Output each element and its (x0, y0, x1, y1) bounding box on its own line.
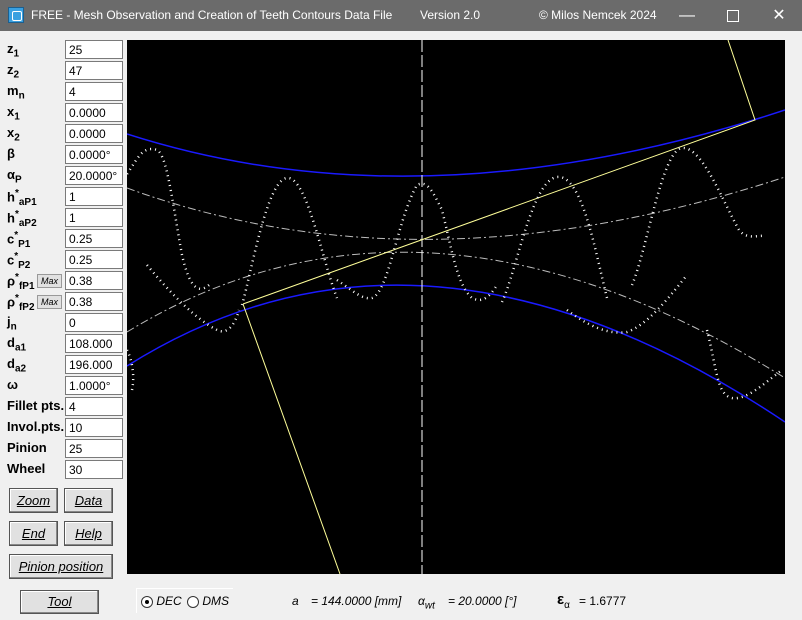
maximize-button[interactable] (710, 0, 756, 31)
param-input[interactable] (65, 40, 123, 59)
param-input[interactable] (65, 292, 123, 311)
zoom-button[interactable]: Zoom (9, 488, 58, 513)
help-button[interactable]: Help (64, 521, 113, 546)
tool-button[interactable]: Tool (20, 590, 99, 614)
wheel-tooth (127, 147, 210, 290)
version-label: Version 2.0 (420, 8, 481, 22)
param-label: x2 (7, 125, 20, 144)
app-icon (8, 7, 24, 23)
pinion-tooth (566, 274, 688, 334)
param-input[interactable] (65, 145, 123, 164)
param-label: αP (7, 167, 22, 186)
center-distance-symbol: a (292, 594, 299, 608)
param-input[interactable] (65, 271, 123, 290)
param-label: Wheel (7, 461, 46, 476)
dms-option[interactable]: DMS (187, 594, 229, 608)
mesh-drawing-canvas[interactable] (127, 40, 785, 574)
wheel-pitch-circle (127, 176, 785, 240)
param-input[interactable] (65, 187, 123, 206)
pinion-tooth (127, 349, 135, 391)
param-label: Pinion (7, 440, 47, 455)
param-input[interactable] (65, 250, 123, 269)
param-label: h*aP1 (7, 188, 37, 208)
param-input[interactable] (65, 166, 123, 185)
window-title: FREE - Mesh Observation and Creation of … (31, 8, 393, 22)
pinion-position-button[interactable]: Pinion position (9, 554, 113, 579)
close-icon: ✕ (772, 7, 786, 24)
copyright-label: © Milos Nemcek 2024 (539, 8, 657, 22)
close-button[interactable]: ✕ (756, 0, 802, 31)
contact-ratio-value: = 1.6777 (579, 594, 627, 608)
dms-radio[interactable] (187, 595, 199, 608)
param-label: da1 (7, 335, 27, 354)
param-input[interactable] (65, 376, 123, 395)
contact-ratio-symbol: εα (557, 591, 570, 611)
param-input[interactable] (65, 313, 123, 332)
data-button[interactable]: Data (64, 488, 113, 513)
param-label: c*P1 (7, 230, 31, 250)
param-input[interactable] (65, 103, 123, 122)
param-label: jn (7, 314, 17, 333)
param-input[interactable] (65, 124, 123, 143)
working-pressure-angle-symbol: αwt (418, 594, 435, 612)
param-input[interactable] (65, 208, 123, 227)
base-tangent-line (242, 303, 341, 574)
param-label: x1 (7, 104, 20, 123)
param-input[interactable] (65, 418, 123, 437)
wheel-tooth (630, 146, 766, 286)
param-label: ρ*fP1 (7, 272, 35, 292)
param-label: h*aP2 (7, 209, 37, 229)
end-button[interactable]: End (9, 521, 58, 546)
wheel-tooth (240, 176, 339, 306)
center-distance-value: = 144.0000 [mm] (311, 594, 402, 608)
param-input[interactable] (65, 82, 123, 101)
param-label: ω (7, 377, 18, 392)
param-label: mn (7, 83, 25, 102)
param-label: ρ*fP2 (7, 293, 35, 313)
dec-radio[interactable] (141, 595, 153, 608)
angle-format-group: DEC DMS (136, 588, 233, 613)
param-label: da2 (7, 356, 27, 375)
param-input[interactable] (65, 355, 123, 374)
param-label: Fillet pts. (7, 398, 65, 413)
pinion-tooth (146, 264, 241, 333)
max-button[interactable]: Max (37, 295, 62, 309)
title-bar: FREE - Mesh Observation and Creation of … (0, 0, 802, 31)
pinion-tip-circle (127, 284, 785, 423)
minimize-button[interactable]: — (664, 0, 710, 31)
param-input[interactable] (65, 397, 123, 416)
working-pressure-angle-value: = 20.0000 [°] (448, 594, 517, 608)
param-input[interactable] (65, 229, 123, 248)
param-label: c*P2 (7, 251, 31, 271)
param-input[interactable] (65, 334, 123, 353)
param-input[interactable] (65, 61, 123, 80)
param-input[interactable] (65, 460, 123, 479)
dec-option[interactable]: DEC (141, 594, 182, 608)
wheel-tip-circle (127, 109, 785, 177)
param-label: z1 (7, 41, 20, 60)
param-label: β (7, 146, 15, 161)
max-button[interactable]: Max (37, 274, 62, 288)
param-label: z2 (7, 62, 20, 81)
mesh-svg (127, 40, 785, 574)
param-input[interactable] (65, 439, 123, 458)
maximize-icon (727, 9, 739, 22)
minimize-icon: — (679, 7, 695, 24)
pinion-tooth (705, 329, 783, 400)
param-label: Invol.pts. (7, 419, 65, 434)
wheel-tooth (500, 175, 609, 303)
